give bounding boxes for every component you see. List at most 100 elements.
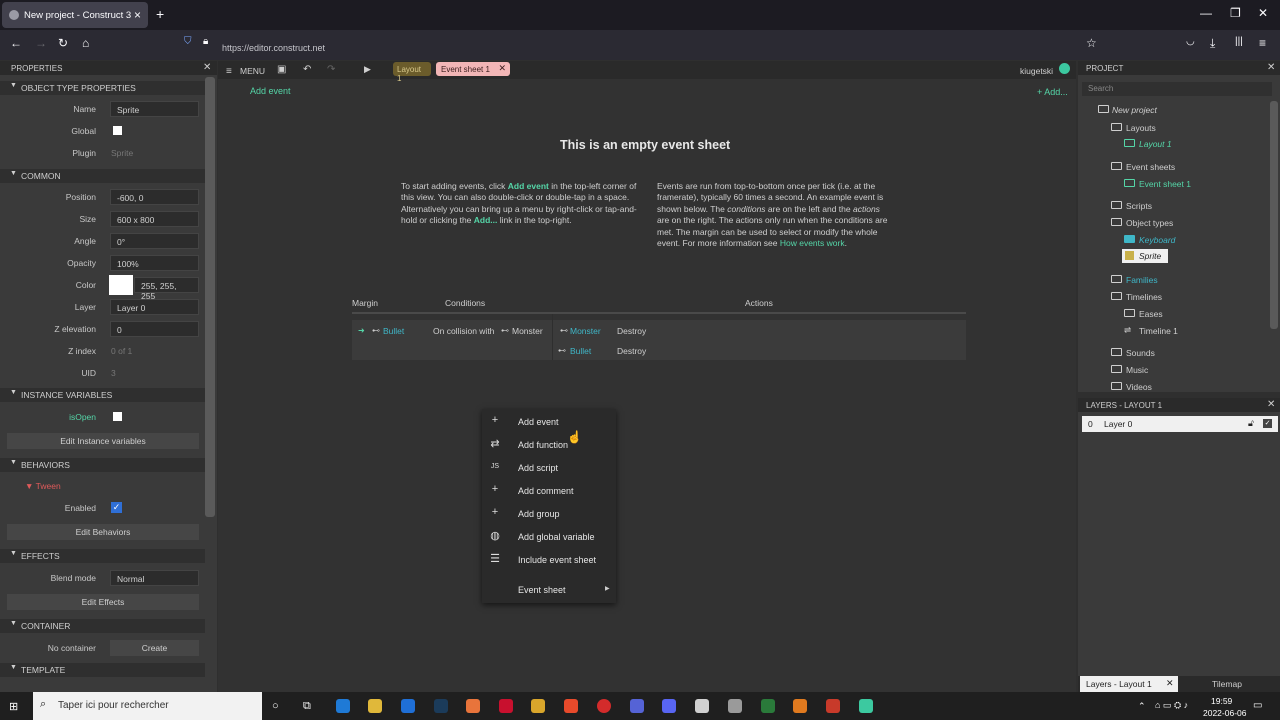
blender-icon[interactable] xyxy=(793,699,807,713)
condition-text[interactable]: On collision with xyxy=(433,326,494,336)
project-search-input[interactable]: Search xyxy=(1082,82,1272,96)
close-panel-icon[interactable]: ✕ xyxy=(203,62,211,73)
app-menu-icon[interactable]: ≡ xyxy=(1259,36,1266,50)
section-common[interactable]: ▼ COMMON xyxy=(0,169,205,183)
tree-sprite-selected[interactable]: Sprite xyxy=(1122,249,1168,263)
section-container[interactable]: ▼ CONTAINER xyxy=(0,619,205,633)
reload-icon[interactable]: ↻ xyxy=(58,36,68,50)
add-event-link[interactable]: Add event xyxy=(250,86,291,96)
action-text-2[interactable]: Destroy xyxy=(617,346,646,356)
visible-checkbox[interactable]: ✓ xyxy=(1263,419,1272,428)
new-tab-icon[interactable]: + xyxy=(156,6,164,22)
layer-row[interactable]: 0 Layer 0 🔓︎ ✓ xyxy=(1082,416,1278,432)
tray-icons[interactable]: ⌂ ▭ ⛭ ♪ xyxy=(1155,700,1188,711)
opera-icon[interactable] xyxy=(597,699,611,713)
menu-item-add-group[interactable]: + Add group xyxy=(482,503,616,525)
position-field[interactable]: -600, 0 xyxy=(110,189,199,205)
section-instance-variables[interactable]: ▼ INSTANCE VARIABLES xyxy=(0,388,205,402)
angle-field[interactable]: 0° xyxy=(110,233,199,249)
preview-play-icon[interactable]: ▶ xyxy=(364,64,371,75)
project-scrollbar[interactable] xyxy=(1270,101,1278,329)
z-elevation-field[interactable]: 0 xyxy=(110,321,199,337)
tab-close-icon[interactable]: × xyxy=(134,8,141,22)
action-object-2[interactable]: Bullet xyxy=(570,346,591,356)
notifications-icon[interactable]: ▭ xyxy=(1253,700,1262,711)
tab-tilemap[interactable]: Tilemap xyxy=(1212,679,1242,689)
properties-scrollbar[interactable] xyxy=(205,77,215,517)
maximize-icon[interactable]: ❐ xyxy=(1230,6,1241,20)
browser-tab[interactable]: New project - Construct 3 × xyxy=(2,2,148,28)
unity-icon[interactable] xyxy=(695,699,709,713)
clock-date[interactable]: 2022-06-06 xyxy=(1203,708,1246,718)
chat-app-icon[interactable] xyxy=(630,699,644,713)
isopen-checkbox[interactable] xyxy=(113,412,122,421)
close-panel-icon[interactable]: ✕ xyxy=(1267,62,1275,73)
menu-item-add-script[interactable]: JS Add script xyxy=(482,457,616,479)
user-name[interactable]: kiugetski xyxy=(1020,66,1053,76)
blend-mode-select[interactable]: Normal xyxy=(110,570,199,586)
close-panel-icon[interactable]: ✕ xyxy=(1267,399,1275,410)
cortana-icon[interactable]: ○ xyxy=(272,700,279,712)
tab-event-sheet-1[interactable]: Event sheet 1 ✕ xyxy=(436,62,510,76)
name-field[interactable]: Sprite xyxy=(110,101,199,117)
pocket-icon[interactable]: ◡ xyxy=(1186,36,1195,47)
section-template[interactable]: ▼ TEMPLATE xyxy=(0,663,205,677)
edit-behaviors-button[interactable]: Edit Behaviors xyxy=(7,524,199,540)
opacity-field[interactable]: 100% xyxy=(110,255,199,271)
menu-item-add-event[interactable]: + Add event xyxy=(482,411,616,433)
tween-behavior[interactable]: ▼ Tween xyxy=(25,481,61,491)
app-icon[interactable] xyxy=(531,699,545,713)
tab-close-icon[interactable]: ✕ xyxy=(1166,678,1174,689)
menu-button[interactable]: MENU xyxy=(240,66,265,76)
edge-icon[interactable] xyxy=(336,699,350,713)
menu-item-event-sheet[interactable]: Event sheet ▶ xyxy=(482,579,616,601)
create-container-button[interactable]: Create xyxy=(110,640,199,656)
task-view-icon[interactable]: ⧉ xyxy=(303,700,311,713)
add-menu-link[interactable]: + Add... xyxy=(1037,87,1068,97)
minimize-icon[interactable]: — xyxy=(1200,6,1212,20)
tab-close-icon[interactable]: ✕ xyxy=(498,63,506,74)
file-explorer-icon[interactable] xyxy=(368,699,382,713)
redo-icon[interactable]: ↷ xyxy=(327,64,335,75)
menu-item-add-function[interactable]: ⇄ Add function xyxy=(482,434,616,456)
forward-icon[interactable]: → xyxy=(35,36,47,50)
enabled-checkbox[interactable]: ✓ xyxy=(111,502,122,513)
windows-start-icon[interactable]: ⊞ xyxy=(9,700,18,713)
global-checkbox[interactable] xyxy=(113,126,122,135)
size-field[interactable]: 600 x 800 xyxy=(110,211,199,227)
lock-icon[interactable]: 🔒︎ xyxy=(203,36,208,47)
user-avatar-icon[interactable] xyxy=(1059,63,1070,74)
brave-icon[interactable] xyxy=(564,699,578,713)
save-icon[interactable]: ▣ xyxy=(277,64,286,75)
section-object-type[interactable]: ▼ OBJECT TYPE PROPERTIES xyxy=(0,81,205,95)
library-icon[interactable]: ||| xyxy=(1235,36,1243,47)
steam-icon[interactable] xyxy=(434,699,448,713)
menu-item-add-comment[interactable]: + Add comment xyxy=(482,480,616,502)
mail-icon[interactable] xyxy=(401,699,415,713)
action-text-1[interactable]: Destroy xyxy=(617,326,646,336)
close-window-icon[interactable]: ✕ xyxy=(1258,6,1268,20)
calculator-icon[interactable] xyxy=(761,699,775,713)
edit-effects-button[interactable]: Edit Effects xyxy=(7,594,199,610)
discord-icon[interactable] xyxy=(662,699,676,713)
voice-app-icon[interactable] xyxy=(499,699,513,713)
action-object-1[interactable]: Monster xyxy=(570,326,601,336)
color-swatch[interactable] xyxy=(109,275,133,295)
lock-icon[interactable]: 🔓︎ xyxy=(1248,418,1254,429)
intro-add-event-link[interactable]: Add event xyxy=(508,181,549,191)
menu-item-include-event-sheet[interactable]: ☰ Include event sheet xyxy=(482,549,616,571)
section-behaviors[interactable]: ▼ BEHAVIORS xyxy=(0,458,205,472)
intro-add-link[interactable]: Add... xyxy=(474,215,498,225)
menu-item-add-global-variable[interactable]: ◍ Add global variable xyxy=(482,526,616,548)
tab-layout-1[interactable]: Layout 1 xyxy=(393,62,431,83)
archive-icon[interactable] xyxy=(826,699,840,713)
undo-icon[interactable]: ↶ xyxy=(303,64,311,75)
construct-icon[interactable] xyxy=(859,699,873,713)
edit-instance-variables-button[interactable]: Edit Instance variables xyxy=(7,433,199,449)
taskbar-search-box[interactable]: ⌕ Taper ici pour rechercher xyxy=(33,692,262,720)
tab-layers-layout-1[interactable]: Layers - Layout 1 ✕ xyxy=(1080,676,1178,692)
url-bar[interactable]: https://editor.construct.net xyxy=(222,43,325,53)
home-icon[interactable]: ⌂ xyxy=(82,36,89,50)
download-icon[interactable]: ⤓ xyxy=(1210,36,1215,51)
clock-time[interactable]: 19:59 xyxy=(1211,696,1232,706)
